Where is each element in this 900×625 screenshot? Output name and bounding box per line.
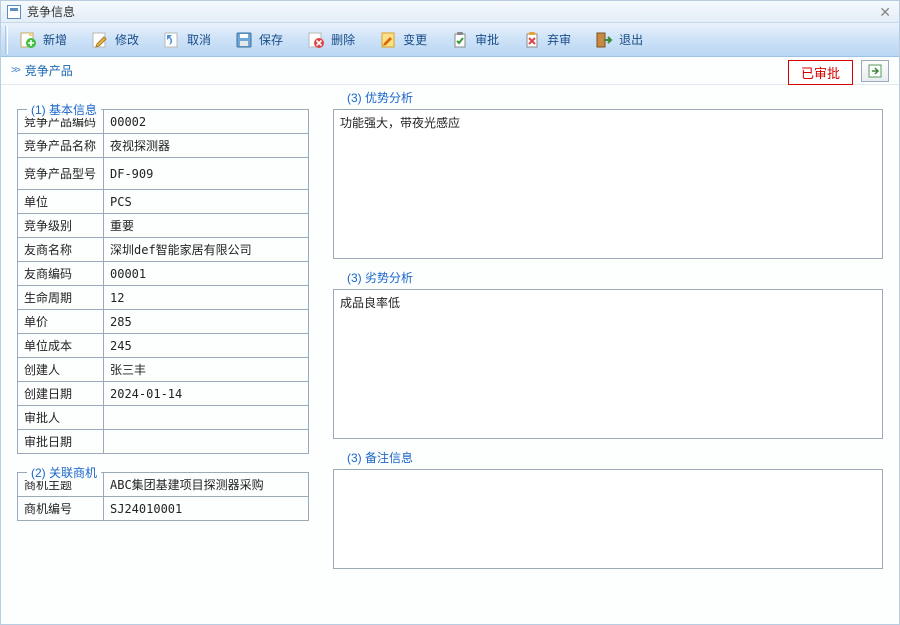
field-value[interactable]: 12: [104, 286, 309, 310]
change-button[interactable]: 变更: [372, 26, 440, 54]
field-label: 创建日期: [18, 382, 104, 406]
approve-label: 审批: [475, 31, 499, 48]
opportunity-legend: (2) 关联商机: [27, 464, 101, 481]
field-value[interactable]: 张三丰: [104, 358, 309, 382]
app-window: 竞争信息 ✕ 新增 修改 取消 保存 删除 变更 审批: [0, 0, 900, 625]
breadcrumb[interactable]: 竞争产品: [25, 62, 73, 79]
field-value[interactable]: PCS: [104, 190, 309, 214]
add-icon: [19, 31, 37, 49]
approve-icon: [451, 31, 469, 49]
notes-group: (3) 备注信息: [333, 457, 883, 569]
field-value[interactable]: 00002: [104, 110, 309, 134]
delete-label: 删除: [331, 31, 355, 48]
field-value[interactable]: 深圳def智能家居有限公司: [104, 238, 309, 262]
disadvantage-group: (3) 劣势分析 成品良率低: [333, 277, 883, 439]
field-value[interactable]: [104, 406, 309, 430]
field-value[interactable]: DF-909: [104, 158, 309, 190]
advantage-textarea[interactable]: 功能强大，带夜光感应: [333, 109, 883, 259]
field-label: 审批日期: [18, 430, 104, 454]
notes-textarea[interactable]: [333, 469, 883, 569]
field-label: 单位成本: [18, 334, 104, 358]
edit-icon: [91, 31, 109, 49]
chevron-icon: >>: [11, 65, 19, 76]
change-label: 变更: [403, 31, 427, 48]
app-icon: [7, 5, 21, 19]
basic-info-legend: (1) 基本信息: [27, 101, 101, 118]
cancel-button[interactable]: 取消: [156, 26, 224, 54]
field-value[interactable]: ABC集团基建项目探测器采购: [104, 473, 309, 497]
approve-button[interactable]: 审批: [444, 26, 512, 54]
advantage-group: (3) 优势分析 功能强大，带夜光感应: [333, 97, 883, 259]
field-label: 创建人: [18, 358, 104, 382]
field-value[interactable]: 2024-01-14: [104, 382, 309, 406]
abandon-button[interactable]: 弃审: [516, 26, 584, 54]
field-value[interactable]: 285: [104, 310, 309, 334]
exit-label: 退出: [619, 31, 643, 48]
export-button[interactable]: [861, 60, 889, 82]
edit-button[interactable]: 修改: [84, 26, 152, 54]
field-value[interactable]: 夜视探测器: [104, 134, 309, 158]
exit-icon: [595, 31, 613, 49]
titlebar: 竞争信息 ✕: [1, 1, 899, 23]
save-button[interactable]: 保存: [228, 26, 296, 54]
field-label: 竞争产品型号: [18, 158, 104, 190]
field-value[interactable]: 00001: [104, 262, 309, 286]
abandon-icon: [523, 31, 541, 49]
field-value[interactable]: [104, 430, 309, 454]
field-value[interactable]: 245: [104, 334, 309, 358]
toolbar-separator: [5, 26, 8, 54]
field-label: 竞争产品名称: [18, 134, 104, 158]
cancel-label: 取消: [187, 31, 211, 48]
field-label: 生命周期: [18, 286, 104, 310]
add-button[interactable]: 新增: [12, 26, 80, 54]
breadcrumb-bar: >> 竞争产品 已审批: [1, 57, 899, 85]
status-badge: 已审批: [788, 60, 853, 85]
field-label: 友商编码: [18, 262, 104, 286]
left-column: (1) 基本信息 竞争产品编码00002 竞争产品名称夜视探测器 竞争产品型号D…: [17, 97, 309, 624]
field-label: 单价: [18, 310, 104, 334]
delete-button[interactable]: 删除: [300, 26, 368, 54]
cancel-icon: [163, 31, 181, 49]
field-label: 友商名称: [18, 238, 104, 262]
field-label: 单位: [18, 190, 104, 214]
abandon-label: 弃审: [547, 31, 571, 48]
save-icon: [235, 31, 253, 49]
notes-legend: (3) 备注信息: [343, 449, 417, 466]
save-label: 保存: [259, 31, 283, 48]
advantage-legend: (3) 优势分析: [343, 89, 417, 106]
add-label: 新增: [43, 31, 67, 48]
field-label: 商机编号: [18, 497, 104, 521]
field-label: 审批人: [18, 406, 104, 430]
edit-label: 修改: [115, 31, 139, 48]
exit-button[interactable]: 退出: [588, 26, 656, 54]
content-area: (1) 基本信息 竞争产品编码00002 竞争产品名称夜视探测器 竞争产品型号D…: [1, 85, 899, 624]
disadvantage-textarea[interactable]: 成品良率低: [333, 289, 883, 439]
right-column: (3) 优势分析 功能强大，带夜光感应 (3) 劣势分析 成品良率低 (3) 备…: [333, 97, 883, 624]
field-value[interactable]: 重要: [104, 214, 309, 238]
disadvantage-legend: (3) 劣势分析: [343, 269, 417, 286]
field-value[interactable]: SJ24010001: [104, 497, 309, 521]
opportunity-group: (2) 关联商机 商机主题ABC集团基建项目探测器采购 商机编号SJ240100…: [17, 472, 309, 521]
window-title: 竞争信息: [27, 3, 75, 20]
basic-info-group: (1) 基本信息 竞争产品编码00002 竞争产品名称夜视探测器 竞争产品型号D…: [17, 109, 309, 454]
field-label: 竞争级别: [18, 214, 104, 238]
toolbar: 新增 修改 取消 保存 删除 变更 审批 弃审: [1, 23, 899, 57]
close-icon[interactable]: ✕: [879, 4, 891, 21]
export-icon: [868, 64, 882, 78]
delete-icon: [307, 31, 325, 49]
change-icon: [379, 31, 397, 49]
basic-info-table: 竞争产品编码00002 竞争产品名称夜视探测器 竞争产品型号DF-909 单位P…: [17, 109, 309, 454]
